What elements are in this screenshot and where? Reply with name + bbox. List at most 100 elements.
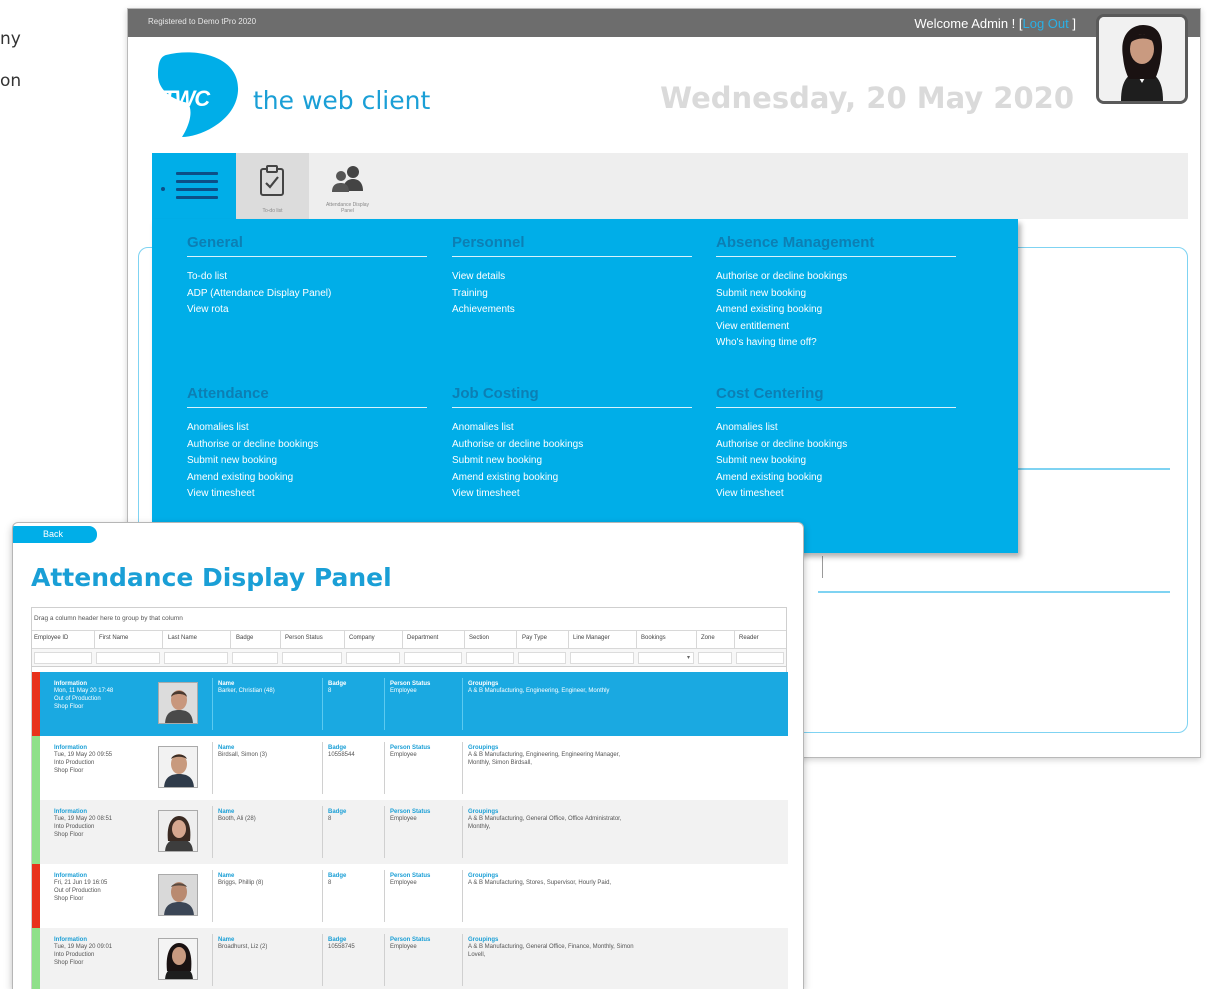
filter-row: ▾ [32,649,786,667]
menu-item-submit-booking[interactable]: Submit new booking [187,453,427,470]
menu-item-view-timesheet[interactable]: View timesheet [716,486,956,503]
logout-link[interactable]: Log Out [1023,16,1069,31]
group-by-hint: Drag a column header here to group by th… [34,615,183,622]
filter-input[interactable] [346,652,400,664]
name-cell: Name Birdsall, Simon (3) [218,745,267,759]
booking-status: Into Production [54,952,95,958]
menu-item-anomalies[interactable]: Anomalies list [452,420,692,437]
menu-item-amend-booking[interactable]: Amend existing booking [187,470,427,487]
booking-zone: Shop Floor [54,704,84,710]
table-row[interactable]: Information Mon, 11 May 20 17:48 Out of … [32,672,788,736]
filter-input[interactable] [404,652,462,664]
menu-item-whos-off[interactable]: Who's having time off? [716,335,956,352]
table-row[interactable]: Information Tue, 19 May 20 09:01 Into Pr… [32,928,788,989]
badge-cell: Badge 8 [328,809,346,823]
menu-item-adp[interactable]: ADP (Attendance Display Panel) [187,286,427,303]
filter-input[interactable] [736,652,784,664]
column-header[interactable]: Badge [236,635,253,641]
groupings-cell: Groupings A & B Manufacturing, General O… [468,809,622,831]
menu-item-view-rota[interactable]: View rota [187,302,427,319]
twc-logo[interactable]: TWC [156,49,242,139]
user-avatar[interactable] [1096,14,1188,104]
column-header[interactable]: Company [349,635,375,641]
side-text-line: on [0,71,22,91]
booking-status: Into Production [54,760,95,766]
menu-item-amend-booking[interactable]: Amend existing booking [452,470,692,487]
badge-number: 8 [328,880,332,886]
table-row[interactable]: Information Tue, 19 May 20 09:55 Into Pr… [32,736,788,800]
status-indicator-out [32,672,40,736]
info-cell: Information Mon, 11 May 20 17:48 Out of … [54,681,113,711]
menu-item-submit-booking[interactable]: Submit new booking [716,286,956,303]
menu-item-achievements[interactable]: Achievements [452,302,692,319]
groupings-text: A & B Manufacturing, Engineering, Engine… [468,688,610,694]
menu-item-view-entitlement[interactable]: View entitlement [716,319,956,336]
groupings-text: Monthly, Simon Birdsall, [468,760,532,766]
filter-input[interactable] [518,652,566,664]
filter-input[interactable] [34,652,92,664]
menu-item-anomalies[interactable]: Anomalies list [187,420,427,437]
filter-input[interactable] [570,652,634,664]
groupings-text: A & B Manufacturing, Stores, Supervisor,… [468,880,612,886]
badge-number: 8 [328,688,332,694]
badge-number: 10558745 [328,944,355,950]
nav-attendance-display-panel[interactable]: Attendance Display Panel [311,153,384,219]
menu-item-amend-booking[interactable]: Amend existing booking [716,302,956,319]
table-row[interactable]: Information Tue, 19 May 20 08:51 Into Pr… [32,800,788,864]
menu-item-submit-booking[interactable]: Submit new booking [716,453,956,470]
menu-item-view-timesheet[interactable]: View timesheet [187,486,427,503]
welcome-bracket: ] [1068,16,1076,31]
menu-item-authorise-bookings[interactable]: Authorise or decline bookings [716,269,956,286]
employee-name: Briggs, Phillip (8) [218,880,264,886]
menu-item-todo-list[interactable]: To-do list [187,269,427,286]
info-cell: Information Fri, 21 Jun 19 16:05 Out of … [54,873,107,903]
column-header[interactable]: Reader [739,635,759,641]
menu-item-authorise-bookings[interactable]: Authorise or decline bookings [452,437,692,454]
column-header[interactable]: Employee ID [34,635,68,641]
column-header[interactable]: Bookings [641,635,666,641]
booking-time: Tue, 19 May 20 09:55 [54,752,113,758]
menu-item-submit-booking[interactable]: Submit new booking [452,453,692,470]
status-cell: Person Status Employee [390,873,430,887]
column-header[interactable]: Line Manager [573,635,610,641]
booking-time: Tue, 19 May 20 08:51 [54,816,113,822]
menu-item-view-details[interactable]: View details [452,269,692,286]
brand-name: the web client [253,86,431,115]
attendance-grid: Drag a column header here to group by th… [31,607,788,989]
filter-input[interactable] [698,652,732,664]
text-cursor [822,556,823,578]
top-status-bar: Registered to Demo tPro 2020 Welcome Adm… [128,9,1200,37]
filter-input[interactable] [164,652,228,664]
badge-cell: Badge 8 [328,873,346,887]
hamburger-icon[interactable] [176,172,218,202]
back-button[interactable]: Back [13,526,97,543]
status-indicator-in [32,928,40,989]
groupings-text: A & B Manufacturing, Engineering, Engine… [468,752,621,758]
menu-heading: Personnel [452,234,692,257]
menu-item-amend-booking[interactable]: Amend existing booking [716,470,956,487]
filter-input[interactable] [282,652,342,664]
menu-item-anomalies[interactable]: Anomalies list [716,420,956,437]
column-header[interactable]: Department [407,635,438,641]
column-header[interactable]: Section [469,635,489,641]
menu-item-authorise-bookings[interactable]: Authorise or decline bookings [187,437,427,454]
menu-item-view-timesheet[interactable]: View timesheet [452,486,692,503]
column-header[interactable]: Person Status [285,635,323,641]
menu-item-authorise-bookings[interactable]: Authorise or decline bookings [716,437,956,454]
column-header[interactable]: Last Name [168,635,197,641]
filter-input[interactable] [466,652,514,664]
nav-todo-list[interactable]: To-do list [236,153,309,219]
booking-time: Tue, 19 May 20 09:01 [54,944,113,950]
menu-item-training[interactable]: Training [452,286,692,303]
table-row[interactable]: Information Fri, 21 Jun 19 16:05 Out of … [32,864,788,928]
filter-input[interactable] [96,652,160,664]
person-status: Employee [390,880,417,886]
column-header[interactable]: Pay Type [522,635,547,641]
filter-input[interactable] [232,652,278,664]
column-header[interactable]: First Name [99,635,128,641]
menu-section-absence-management: Absence Management Authorise or decline … [716,234,956,352]
column-header[interactable]: Zone [701,635,715,641]
filter-dropdown[interactable]: ▾ [638,652,694,664]
logo-text: TWC [162,86,210,111]
groupings-text: Monthly, [468,824,491,830]
